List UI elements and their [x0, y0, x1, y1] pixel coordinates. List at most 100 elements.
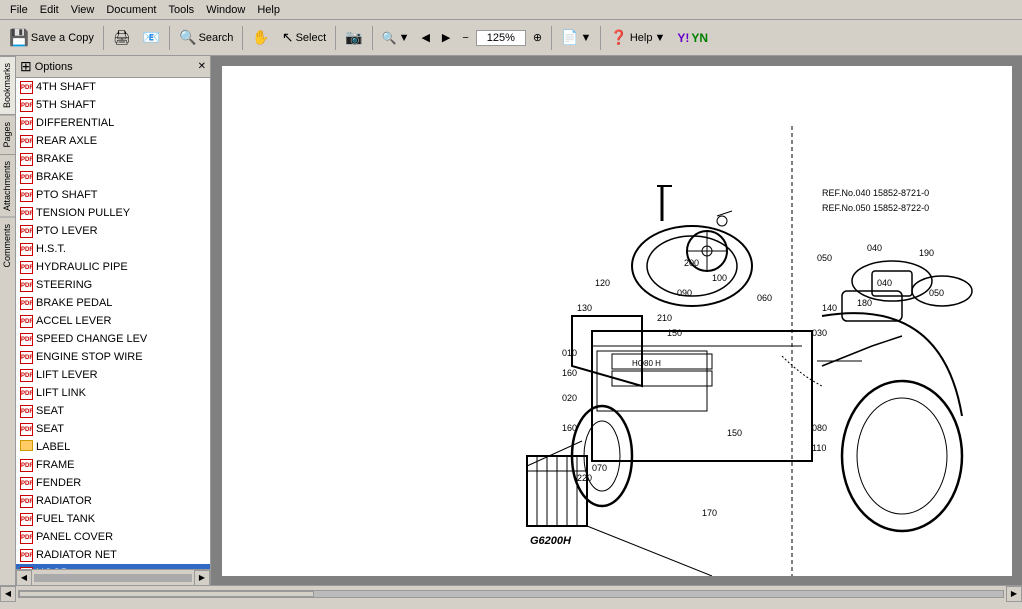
- bottom-scrollbar[interactable]: ◀ ▶: [0, 585, 1022, 601]
- sidebar-item-radiator-net[interactable]: PDFRADIATOR NET: [16, 546, 210, 564]
- sidebar-item-5th-shaft[interactable]: PDF5TH SHAFT: [16, 96, 210, 114]
- save-copy-button[interactable]: 💾 Save a Copy: [4, 24, 99, 52]
- item-icon-5th-shaft: PDF: [20, 98, 36, 112]
- scroll-left-button[interactable]: ◀: [16, 570, 32, 586]
- sidebar-item-rear-axle[interactable]: PDFREAR AXLE: [16, 132, 210, 150]
- yahoo-button[interactable]: Y! YN: [672, 24, 713, 52]
- sidebar-item-brake-2[interactable]: PDFBRAKE: [16, 168, 210, 186]
- sidebar-item-4th-shaft[interactable]: PDF4TH SHAFT: [16, 78, 210, 96]
- sidebar-item-label-5th-shaft: 5TH SHAFT: [36, 99, 96, 111]
- sidebar-item-lift-link[interactable]: PDFLIFT LINK: [16, 384, 210, 402]
- item-icon-lift-lever: PDF: [20, 368, 36, 382]
- email-button[interactable]: 📧: [138, 24, 165, 52]
- magnify-icon: 🔍: [382, 31, 397, 45]
- menu-file[interactable]: File: [4, 3, 34, 17]
- zoom-next-button[interactable]: ▶: [437, 24, 455, 52]
- menu-edit[interactable]: Edit: [34, 3, 65, 17]
- menu-document[interactable]: Document: [100, 3, 162, 17]
- yahoo-icon: Y!: [677, 31, 689, 45]
- page-controls[interactable]: 📄 ▼: [556, 24, 596, 52]
- sidebar-item-seat-1[interactable]: PDFSEAT: [16, 402, 210, 420]
- content-area: REF.No.040 15852-8721-0 REF.No.050 15852…: [211, 56, 1022, 585]
- sidebar-item-hst[interactable]: PDFH.S.T.: [16, 240, 210, 258]
- email-icon: 📧: [143, 29, 160, 46]
- select-button[interactable]: ↖ Select: [277, 24, 331, 52]
- sidebar-item-fuel-tank[interactable]: PDFFUEL TANK: [16, 510, 210, 528]
- sidebar-item-seat-2[interactable]: PDFSEAT: [16, 420, 210, 438]
- sidebar-item-fender[interactable]: PDFFENDER: [16, 474, 210, 492]
- zoom-minus-button[interactable]: −: [457, 24, 473, 52]
- select-label: Select: [296, 32, 327, 44]
- item-icon-tension-pulley: PDF: [20, 206, 36, 220]
- menu-help[interactable]: Help: [251, 3, 286, 17]
- main-layout: Bookmarks Pages Attachments Comments ⊞ O…: [0, 56, 1022, 585]
- options-tab-label[interactable]: Options: [35, 61, 73, 73]
- sidebar: ⊞ Options ✕ PDF4TH SHAFTPDF5TH SHAFTPDFD…: [16, 56, 211, 585]
- scrollbar-track[interactable]: [34, 574, 192, 582]
- item-icon-panel-cover: PDF: [20, 530, 36, 544]
- print-button[interactable]: 🖨: [108, 24, 136, 52]
- separator-4: [335, 26, 336, 50]
- sidebar-item-steering[interactable]: PDFSTEERING: [16, 276, 210, 294]
- separator-3: [242, 26, 243, 50]
- item-icon-pto-shaft: PDF: [20, 188, 36, 202]
- sidebar-item-label-seat-1: SEAT: [36, 405, 64, 417]
- sidebar-item-lift-lever[interactable]: PDFLIFT LEVER: [16, 366, 210, 384]
- zoom-input[interactable]: [476, 30, 526, 46]
- sidebar-item-brake-pedal[interactable]: PDFBRAKE PEDAL: [16, 294, 210, 312]
- sidebar-list: PDF4TH SHAFTPDF5TH SHAFTPDFDIFFERENTIALP…: [16, 78, 210, 569]
- pages-tab[interactable]: Pages: [0, 115, 15, 154]
- zoom-fit-button[interactable]: ⊕: [528, 24, 547, 52]
- sidebar-item-radiator[interactable]: PDFRADIATOR: [16, 492, 210, 510]
- menu-window[interactable]: Window: [200, 3, 251, 17]
- menu-tools[interactable]: Tools: [163, 3, 201, 17]
- sidebar-item-speed-change[interactable]: PDFSPEED CHANGE LEV: [16, 330, 210, 348]
- zoom-previous-button[interactable]: ◀: [416, 24, 434, 52]
- menu-view[interactable]: View: [65, 3, 101, 17]
- sidebar-item-pto-shaft[interactable]: PDFPTO SHAFT: [16, 186, 210, 204]
- zoom-out-button[interactable]: 🔍 ▼: [377, 24, 415, 52]
- sidebar-item-label-differential: DIFFERENTIAL: [36, 117, 114, 129]
- sidebar-item-panel-cover[interactable]: PDFPANEL COVER: [16, 528, 210, 546]
- zoom-dropdown-icon: ▼: [399, 32, 410, 44]
- svg-text:190: 190: [919, 248, 934, 258]
- sidebar-item-label-hst: H.S.T.: [36, 243, 66, 255]
- prev-icon: ◀: [421, 31, 429, 44]
- svg-text:120: 120: [595, 278, 610, 288]
- sidebar-item-pto-lever[interactable]: PDFPTO LEVER: [16, 222, 210, 240]
- item-icon-steering: PDF: [20, 278, 36, 292]
- scroll-right-button[interactable]: ▶: [194, 570, 210, 586]
- options-close-button[interactable]: ✕: [198, 61, 206, 72]
- help-label: Help: [630, 32, 653, 44]
- sidebar-item-label-4th-shaft: 4TH SHAFT: [36, 81, 96, 93]
- sidebar-item-label-radiator: RADIATOR: [36, 495, 92, 507]
- search-button[interactable]: 🔍 Search: [174, 24, 238, 52]
- sidebar-item-label[interactable]: LABEL: [16, 438, 210, 456]
- help-button[interactable]: ❓ Help ▼: [605, 24, 670, 52]
- snapshot-button[interactable]: 📷: [340, 24, 367, 52]
- scroll-right-arrow[interactable]: ▶: [1006, 586, 1022, 602]
- sidebar-scrollbar-bottom[interactable]: ◀ ▶: [16, 569, 210, 585]
- sidebar-item-hydraulic-pipe[interactable]: PDFHYDRAULIC PIPE: [16, 258, 210, 276]
- scroll-left-arrow[interactable]: ◀: [0, 586, 16, 602]
- sidebar-item-engine-stop[interactable]: PDFENGINE STOP WIRE: [16, 348, 210, 366]
- sidebar-item-tension-pulley[interactable]: PDFTENSION PULLEY: [16, 204, 210, 222]
- fit-icon: ⊕: [533, 31, 542, 44]
- comments-tab[interactable]: Comments: [0, 217, 15, 274]
- sidebar-item-label-frame: FRAME: [36, 459, 75, 471]
- sidebar-item-frame[interactable]: PDFFRAME: [16, 456, 210, 474]
- horizontal-scrollbar-thumb[interactable]: [19, 591, 314, 597]
- sidebar-item-differential[interactable]: PDFDIFFERENTIAL: [16, 114, 210, 132]
- item-icon-label: [20, 440, 36, 454]
- sidebar-item-label-speed-change: SPEED CHANGE LEV: [36, 333, 147, 345]
- hand-tool-button[interactable]: ✋: [247, 24, 274, 52]
- sidebar-item-accel-lever[interactable]: PDFACCEL LEVER: [16, 312, 210, 330]
- attachments-tab[interactable]: Attachments: [0, 154, 15, 217]
- sidebar-item-label-fender: FENDER: [36, 477, 81, 489]
- horizontal-scrollbar-track[interactable]: [18, 590, 1004, 598]
- bookmarks-tab[interactable]: Bookmarks: [0, 56, 15, 115]
- sidebar-item-label-engine-stop: ENGINE STOP WIRE: [36, 351, 143, 363]
- print-icon: 🖨: [113, 29, 131, 46]
- sidebar-item-brake-1[interactable]: PDFBRAKE: [16, 150, 210, 168]
- svg-text:REF.No.040 15852-8721-0: REF.No.040 15852-8721-0: [822, 188, 929, 198]
